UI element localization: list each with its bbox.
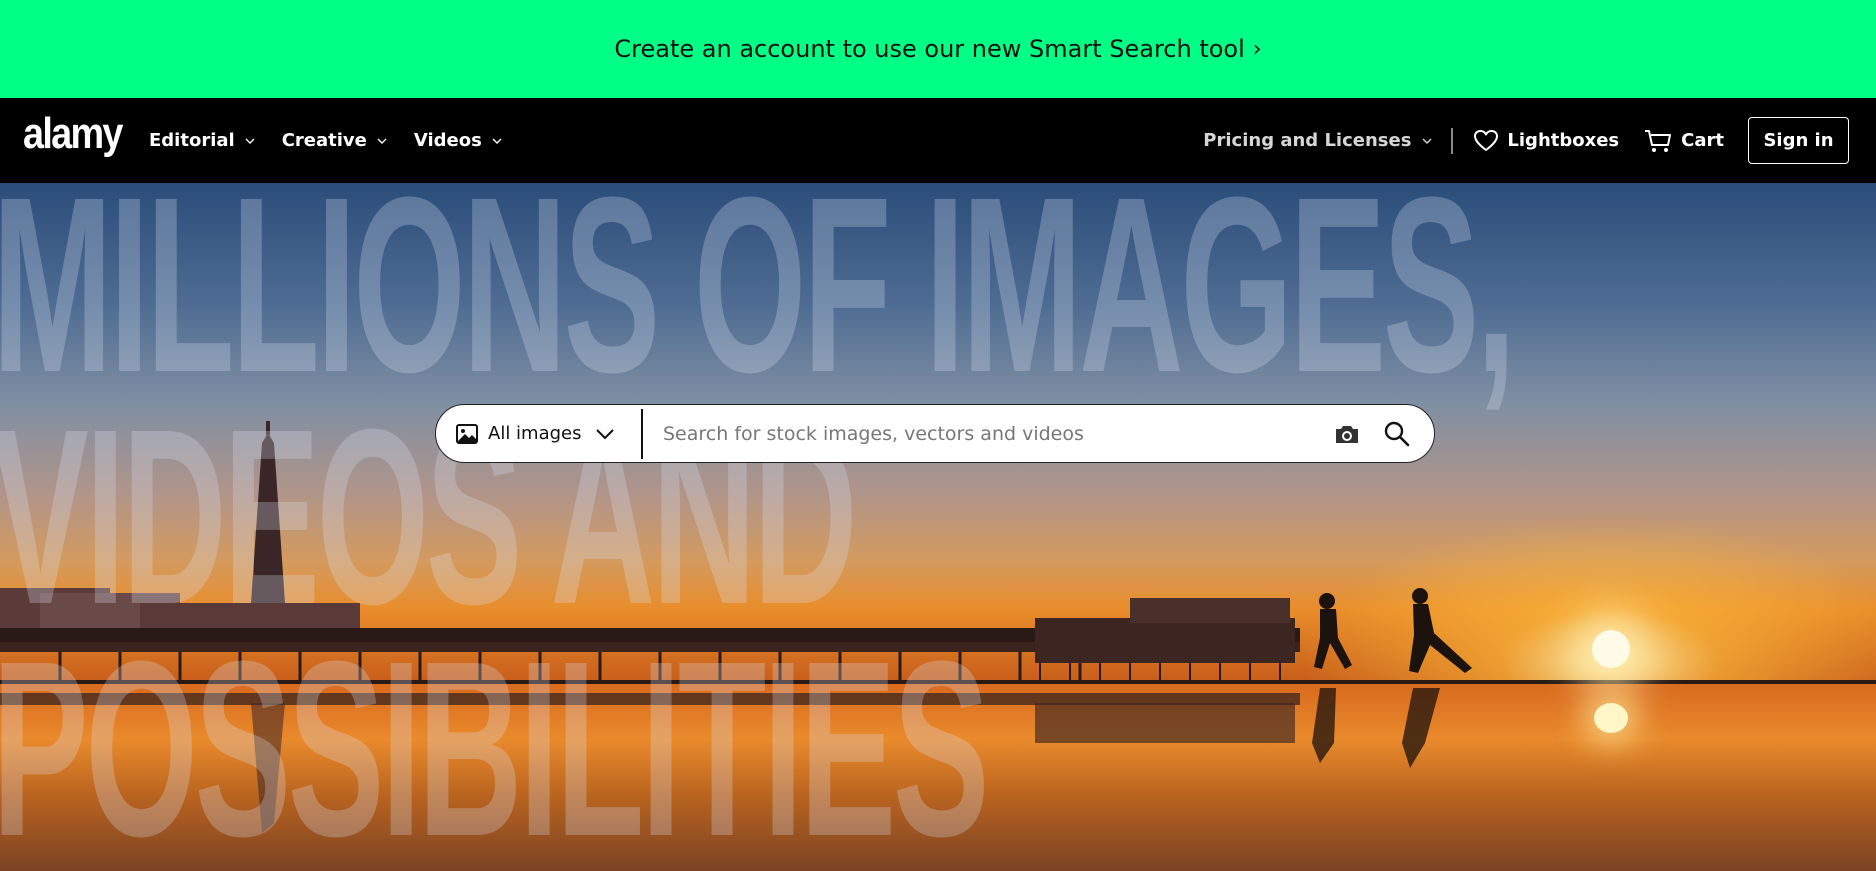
nav-item-label: Creative — [281, 130, 367, 151]
chevron-right-icon: › — [1252, 36, 1262, 62]
nav-item-editorial[interactable]: Editorial — [149, 130, 256, 151]
nav-item-label: Editorial — [149, 130, 235, 151]
image-icon — [456, 423, 478, 444]
camera-search-button[interactable] — [1322, 409, 1372, 459]
alamy-logo[interactable]: alamy — [23, 112, 123, 156]
search-icon — [1384, 421, 1410, 446]
pricing-and-licenses-menu[interactable]: Pricing and Licenses — [1203, 130, 1433, 151]
hero-headline: MILLIONS OF IMAGES, VIDEOS AND POSSIBILI… — [0, 183, 1516, 871]
nav-item-creative[interactable]: Creative — [282, 130, 388, 151]
search-type-select[interactable]: All images — [436, 405, 641, 462]
nav-item-videos[interactable]: Videos — [414, 130, 503, 151]
chevron-down-icon — [377, 138, 387, 144]
cart-link[interactable]: Cart — [1643, 128, 1724, 154]
pricing-label: Pricing and Licenses — [1203, 130, 1412, 151]
nav-divider — [1451, 127, 1454, 154]
headline-line-3: POSSIBILITIES — [0, 609, 990, 871]
headline-line-1: MILLIONS OF IMAGES, — [0, 183, 1516, 424]
promo-text: Create an account to use our new Smart S… — [614, 35, 1245, 63]
heart-icon — [1474, 129, 1499, 151]
lightboxes-label: Lightboxes — [1507, 130, 1620, 151]
nav-item-label: Videos — [413, 130, 482, 151]
search-type-label: All images — [488, 423, 582, 444]
chevron-down-icon — [245, 138, 255, 144]
nav-menu: Editorial Creative Videos — [149, 98, 503, 183]
chevron-down-icon — [492, 138, 502, 144]
cart-icon — [1645, 129, 1672, 152]
top-navbar: alamy Editorial Creative Videos Pricing … — [0, 98, 1876, 183]
sign-in-button[interactable]: Sign in — [1748, 117, 1849, 164]
chevron-down-icon — [1422, 138, 1432, 144]
search-bar: All images — [435, 404, 1435, 463]
chevron-down-icon — [596, 428, 615, 439]
nav-actions: Pricing and Licenses Lightboxes Cart Sig… — [1203, 98, 1849, 183]
cart-label: Cart — [1681, 130, 1724, 151]
camera-icon — [1336, 425, 1358, 443]
search-submit-button[interactable] — [1372, 409, 1422, 459]
promo-banner[interactable]: Create an account to use our new Smart S… — [0, 0, 1876, 98]
hero-section: MILLIONS OF IMAGES, VIDEOS AND POSSIBILI… — [0, 183, 1876, 871]
search-input[interactable] — [643, 405, 1322, 462]
lightboxes-link[interactable]: Lightboxes — [1473, 129, 1619, 153]
